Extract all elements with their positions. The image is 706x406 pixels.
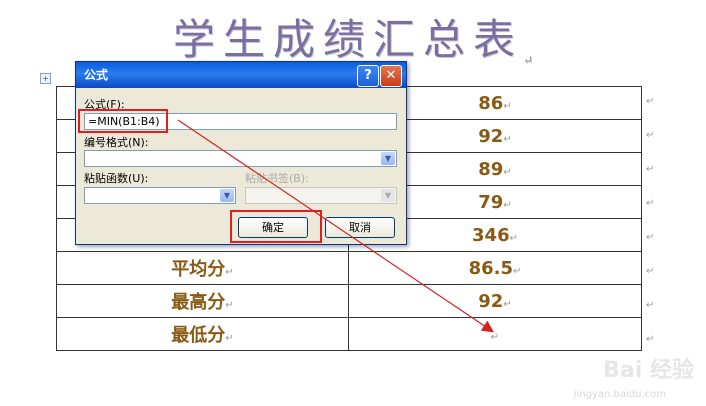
- watermark-url: jingyan.baidu.com: [573, 389, 666, 400]
- arrow-line: [177, 119, 494, 333]
- watermark-logo: Bai 经验: [603, 358, 694, 383]
- annotation-arrow: [177, 119, 494, 333]
